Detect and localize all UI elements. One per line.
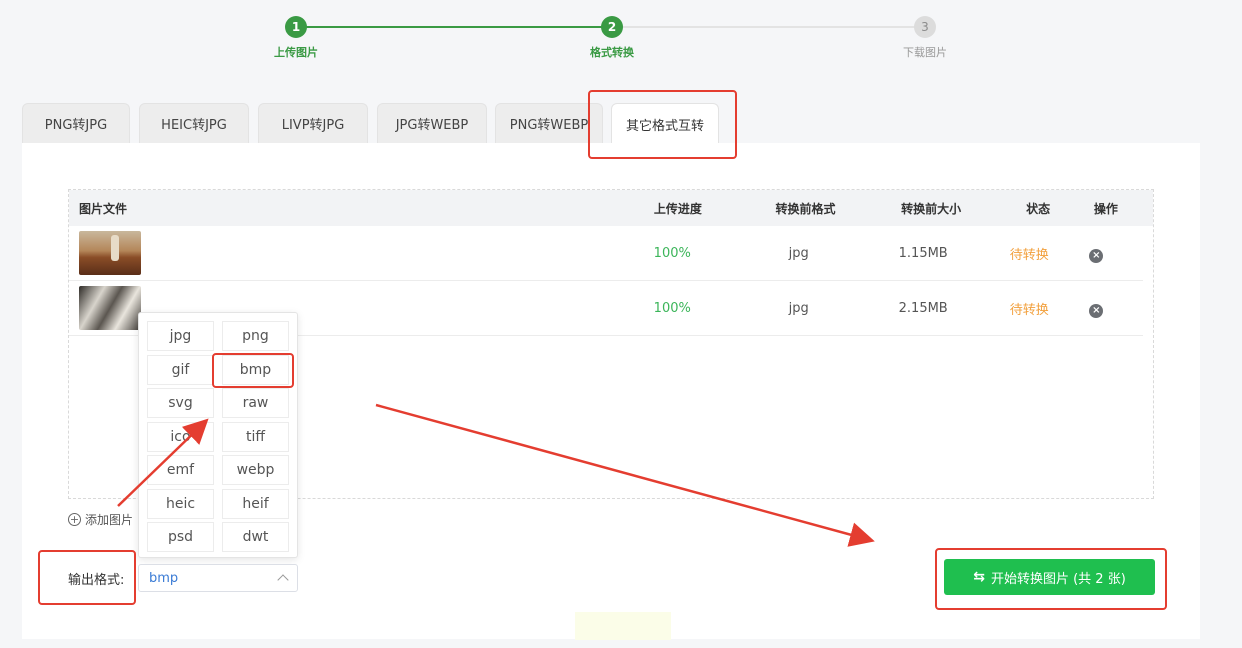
remove-icon[interactable]: × bbox=[1089, 304, 1104, 318]
action-cell: × bbox=[1050, 243, 1143, 263]
header-action: 操作 bbox=[1093, 201, 1118, 216]
status-cell: 待转换 bbox=[1009, 247, 1049, 263]
header-file: 图片文件 bbox=[79, 201, 128, 216]
status-cell: 待转换 bbox=[1009, 302, 1049, 318]
tab-heic-to-jpg[interactable]: HEIC转JPG bbox=[139, 103, 249, 143]
format-option[interactable]: heif bbox=[222, 488, 289, 519]
header-format: 转换前格式 bbox=[775, 201, 836, 216]
start-button-label: 开始转换图片 (共 2 张) bbox=[990, 571, 1126, 587]
format-option[interactable]: dwt bbox=[222, 522, 289, 552]
format-option[interactable]: ico bbox=[147, 421, 214, 452]
size-cell: 2.15MB bbox=[898, 300, 948, 316]
tab-label: LIVP转JPG bbox=[281, 118, 345, 133]
step-number: 3 bbox=[914, 16, 936, 38]
progress-cell: 100% bbox=[653, 300, 691, 316]
header-status: 状态 bbox=[1026, 201, 1051, 216]
format-option[interactable]: heic bbox=[147, 488, 214, 519]
format-option[interactable]: webp bbox=[222, 455, 289, 485]
tab-label: PNG转JPG bbox=[44, 118, 108, 133]
size-cell: 1.15MB bbox=[898, 245, 948, 261]
step-number: 2 bbox=[601, 16, 623, 38]
step-label: 格式转换 bbox=[590, 46, 634, 59]
format-option[interactable]: psd bbox=[147, 522, 214, 552]
format-option[interactable]: svg bbox=[147, 388, 214, 418]
tab-png-to-webp[interactable]: PNG转WEBP bbox=[495, 103, 603, 143]
progress-cell: 100% bbox=[653, 245, 691, 261]
step-convert: 2 格式转换 bbox=[562, 16, 662, 60]
remove-icon[interactable]: × bbox=[1089, 249, 1104, 263]
step-number: 1 bbox=[285, 16, 307, 38]
tab-label: PNG转WEBP bbox=[509, 118, 589, 133]
chevron-up-icon bbox=[277, 574, 289, 586]
add-image-label: 添加图片 bbox=[85, 513, 134, 527]
swap-icon: ⇆ bbox=[973, 569, 985, 585]
table-row: 100% jpg 1.15MB 待转换 × bbox=[69, 226, 1143, 281]
tab-livp-to-jpg[interactable]: LIVP转JPG bbox=[258, 103, 368, 143]
image-thumbnail bbox=[79, 231, 141, 275]
format-option[interactable]: gif bbox=[147, 354, 214, 385]
format-option[interactable]: tiff bbox=[222, 421, 289, 452]
tab-jpg-to-webp[interactable]: JPG转WEBP bbox=[377, 103, 487, 143]
action-cell: × bbox=[1050, 298, 1143, 318]
faint-highlight bbox=[575, 612, 671, 640]
start-convert-button[interactable]: ⇆ 开始转换图片 (共 2 张) bbox=[944, 559, 1155, 595]
tab-other-formats[interactable]: 其它格式互转 bbox=[611, 103, 719, 144]
format-cell: jpg bbox=[788, 245, 809, 261]
step-upload: 1 上传图片 bbox=[246, 16, 346, 60]
progress-stepper: 1 上传图片 2 格式转换 3 下载图片 bbox=[0, 0, 1242, 90]
step-label: 上传图片 bbox=[274, 46, 318, 59]
tab-label: HEIC转JPG bbox=[161, 118, 227, 133]
step-label: 下载图片 bbox=[903, 46, 947, 59]
format-option[interactable]: jpg bbox=[147, 321, 214, 351]
output-format-label: 输出格式: bbox=[68, 573, 125, 588]
format-cell: jpg bbox=[788, 300, 809, 316]
format-dropdown: jpg png gif bmp svg raw ico tiff emf web… bbox=[138, 312, 298, 558]
add-image-button[interactable]: + 添加图片 bbox=[68, 511, 133, 528]
format-option-bmp[interactable]: bmp bbox=[222, 354, 289, 385]
selected-format: bmp bbox=[149, 570, 179, 586]
header-size: 转换前大小 bbox=[901, 201, 962, 216]
format-option[interactable]: png bbox=[222, 321, 289, 351]
header-progress: 上传进度 bbox=[653, 201, 702, 216]
step-download: 3 下载图片 bbox=[875, 16, 975, 60]
table-header: 图片文件 上传进度 转换前格式 转换前大小 状态 操作 bbox=[69, 190, 1153, 226]
tab-png-to-jpg[interactable]: PNG转JPG bbox=[22, 103, 130, 143]
format-option[interactable]: raw bbox=[222, 388, 289, 418]
image-thumbnail bbox=[79, 286, 141, 330]
file-cell bbox=[69, 231, 585, 275]
plus-circle-icon: + bbox=[68, 513, 81, 526]
tab-label: 其它格式互转 bbox=[625, 118, 704, 134]
output-format-select[interactable]: bmp bbox=[138, 564, 298, 592]
tab-label: JPG转WEBP bbox=[395, 118, 469, 133]
format-option[interactable]: emf bbox=[147, 455, 214, 485]
